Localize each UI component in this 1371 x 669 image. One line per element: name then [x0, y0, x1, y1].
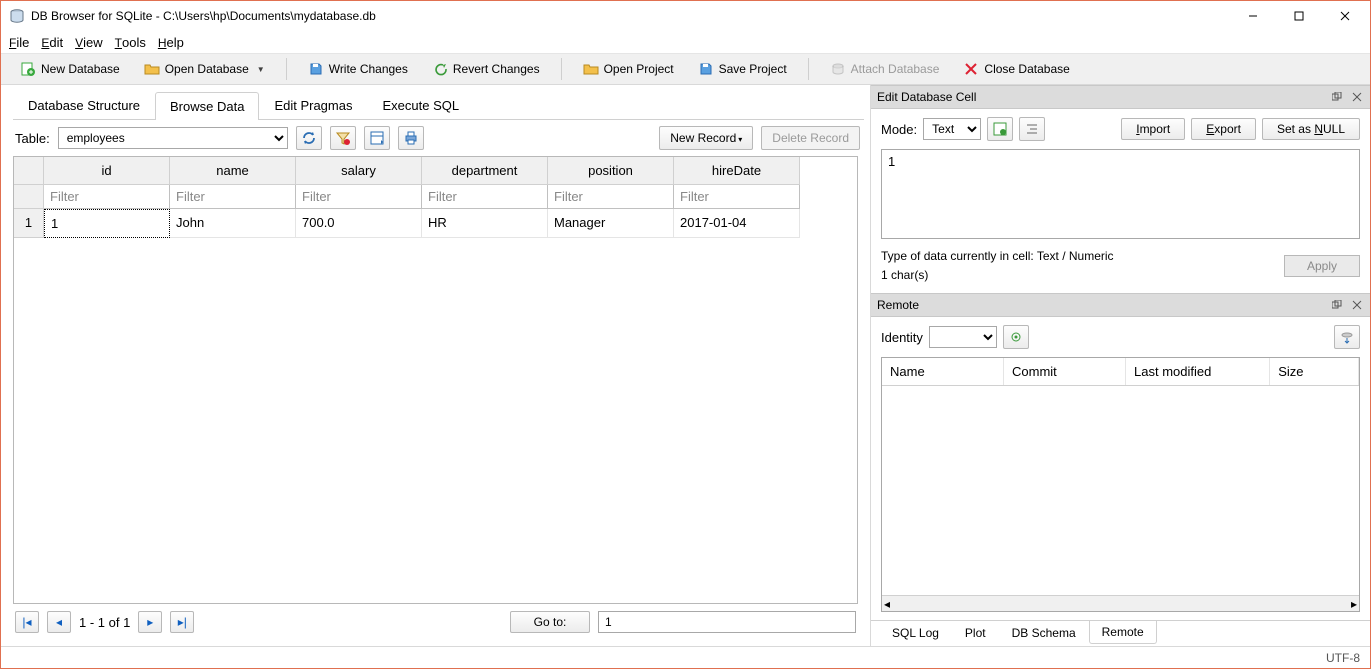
close-database-button[interactable]: Close Database	[954, 57, 1078, 81]
new-database-button[interactable]: New Database	[11, 57, 129, 81]
write-changes-button[interactable]: Write Changes	[299, 57, 417, 81]
filter-name[interactable]	[170, 185, 295, 208]
browse-toolbar: Table: employees New Record▾ Delete Reco…	[7, 120, 864, 156]
close-button[interactable]	[1322, 1, 1368, 31]
nav-first-button[interactable]: |◂	[15, 611, 39, 633]
col-name[interactable]: name	[170, 157, 296, 185]
remote-col-last-modified[interactable]: Last modified	[1126, 358, 1270, 385]
save-project-button[interactable]: Save Project	[689, 57, 796, 81]
main-tabs: Database Structure Browse Data Edit Prag…	[13, 91, 864, 120]
nav-last-button[interactable]: ▸|	[170, 611, 194, 633]
filter-position[interactable]	[548, 185, 673, 208]
goto-input[interactable]	[598, 611, 856, 633]
open-database-button[interactable]: Open Database▼	[135, 57, 274, 81]
identity-select[interactable]	[929, 326, 997, 348]
main-toolbar: New Database Open Database▼ Write Change…	[1, 53, 1370, 85]
print-button[interactable]	[398, 126, 424, 150]
cell-hiredate[interactable]: 2017-01-04	[674, 209, 800, 238]
nav-next-button[interactable]: ▸	[138, 611, 162, 633]
menu-view[interactable]: View	[75, 35, 103, 50]
btab-db-schema[interactable]: DB Schema	[999, 621, 1089, 645]
remote-col-size[interactable]: Size	[1270, 358, 1359, 385]
maximize-button[interactable]	[1276, 1, 1322, 31]
nav-status: 1 - 1 of 1	[79, 615, 130, 630]
col-position[interactable]: position	[548, 157, 674, 185]
remote-col-name[interactable]: Name	[882, 358, 1004, 385]
import-button[interactable]: Import	[1121, 118, 1185, 140]
nav-prev-button[interactable]: ◂	[47, 611, 71, 633]
tab-database-structure[interactable]: Database Structure	[13, 91, 155, 119]
cell-position[interactable]: Manager	[548, 209, 674, 238]
window-title: DB Browser for SQLite - C:\Users\hp\Docu…	[31, 9, 376, 23]
attach-database-button[interactable]: Attach Database	[821, 57, 949, 81]
data-table: id name salary department position hireD…	[13, 156, 858, 604]
edit-cell-panel-header: Edit Database Cell	[871, 85, 1370, 109]
goto-button[interactable]: Go to:	[510, 611, 590, 633]
export-button[interactable]: Export	[1191, 118, 1256, 140]
statusbar: UTF-8	[1, 646, 1370, 668]
remote-panel-header: Remote	[871, 293, 1370, 317]
btab-plot[interactable]: Plot	[952, 621, 999, 645]
bottom-tabs: SQL Log Plot DB Schema Remote	[871, 620, 1370, 646]
row-number[interactable]: 1	[14, 209, 44, 238]
set-null-button[interactable]: Set as NULL	[1262, 118, 1360, 140]
new-record-button[interactable]: New Record▾	[659, 126, 753, 150]
remote-table: Name Commit Last modified Size ◂▸	[881, 357, 1360, 612]
save-table-button[interactable]	[364, 126, 390, 150]
filter-department[interactable]	[422, 185, 547, 208]
undock-icon[interactable]	[1330, 298, 1344, 312]
record-nav: |◂ ◂ 1 - 1 of 1 ▸ ▸| Go to:	[7, 604, 864, 640]
col-department[interactable]: department	[422, 157, 548, 185]
titlebar: DB Browser for SQLite - C:\Users\hp\Docu…	[1, 1, 1370, 31]
btab-sql-log[interactable]: SQL Log	[879, 621, 952, 645]
encoding-status: UTF-8	[1326, 651, 1360, 665]
col-hiredate[interactable]: hireDate	[674, 157, 800, 185]
cell-value-editor[interactable]: 1	[881, 149, 1360, 239]
menu-edit[interactable]: Edit	[41, 35, 63, 50]
cell-id[interactable]: 1	[44, 209, 170, 238]
refresh-button[interactable]	[296, 126, 322, 150]
chevron-down-icon: ▼	[257, 65, 265, 74]
chevron-down-icon: ▾	[738, 135, 742, 144]
mode-label: Mode:	[881, 122, 917, 137]
btab-remote[interactable]: Remote	[1089, 621, 1157, 644]
remote-h-scroll[interactable]: ◂▸	[882, 595, 1359, 611]
app-icon	[9, 8, 25, 24]
minimize-button[interactable]	[1230, 1, 1276, 31]
identity-label: Identity	[881, 330, 923, 345]
tab-execute-sql[interactable]: Execute SQL	[367, 91, 474, 119]
chars-info: 1 char(s)	[881, 266, 1114, 285]
open-project-button[interactable]: Open Project	[574, 57, 683, 81]
col-id[interactable]: id	[44, 157, 170, 185]
format-button[interactable]	[987, 117, 1013, 141]
type-info: Type of data currently in cell: Text / N…	[881, 247, 1114, 266]
menu-file[interactable]: File	[9, 35, 29, 50]
cell-name[interactable]: John	[170, 209, 296, 238]
delete-record-button[interactable]: Delete Record	[761, 126, 860, 150]
col-salary[interactable]: salary	[296, 157, 422, 185]
menu-tools[interactable]: Tools	[115, 35, 146, 50]
cell-salary[interactable]: 700.0	[296, 209, 422, 238]
remote-col-commit[interactable]: Commit	[1004, 358, 1126, 385]
cell-department[interactable]: HR	[422, 209, 548, 238]
tab-browse-data[interactable]: Browse Data	[155, 92, 259, 120]
filter-salary[interactable]	[296, 185, 421, 208]
close-panel-icon[interactable]	[1350, 298, 1364, 312]
mode-select[interactable]: Text	[923, 118, 981, 140]
identity-settings-button[interactable]	[1003, 325, 1029, 349]
filter-hiredate[interactable]	[674, 185, 799, 208]
table-select[interactable]: employees	[58, 127, 288, 149]
menubar: File Edit View Tools Help	[1, 31, 1370, 53]
filter-id[interactable]	[44, 185, 169, 208]
undock-icon[interactable]	[1330, 90, 1344, 104]
apply-button[interactable]: Apply	[1284, 255, 1360, 277]
tab-edit-pragmas[interactable]: Edit Pragmas	[259, 91, 367, 119]
indent-button[interactable]	[1019, 117, 1045, 141]
close-panel-icon[interactable]	[1350, 90, 1364, 104]
clear-filters-button[interactable]	[330, 126, 356, 150]
menu-help[interactable]: Help	[158, 35, 184, 50]
push-button[interactable]	[1334, 325, 1360, 349]
revert-changes-button[interactable]: Revert Changes	[423, 57, 549, 81]
table-label: Table:	[15, 131, 50, 146]
